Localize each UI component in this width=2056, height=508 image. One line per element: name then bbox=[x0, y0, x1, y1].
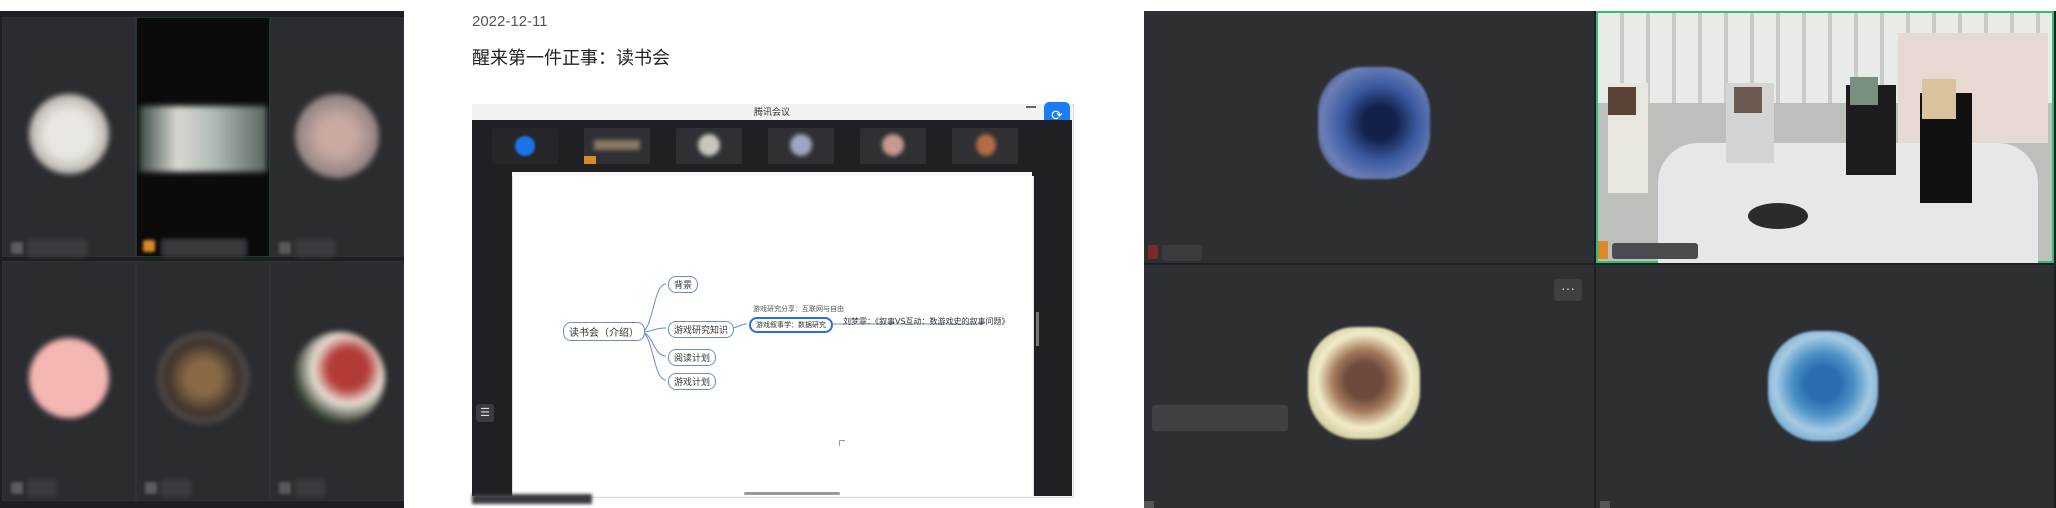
thumbnail-avatar bbox=[790, 134, 812, 156]
mindmap-leaf-text: 刘梦霏：《叙事VS互动：数游戏史的叙事问题》 bbox=[843, 317, 1010, 326]
participant-name-chip bbox=[1152, 405, 1288, 431]
mindmap-node[interactable]: 游戏计划 bbox=[668, 373, 717, 390]
mindmap-document: 读书会（介绍） 背景 游戏研究知识 阅读计划 游戏计划 游戏研究分享：互联网与自… bbox=[512, 176, 1034, 496]
participant-avatar bbox=[157, 332, 249, 424]
participant-name-chip bbox=[295, 239, 335, 257]
blurred-taskbar-text bbox=[472, 494, 592, 504]
person-head-pixelated bbox=[1850, 77, 1878, 105]
thumbnail-avatar bbox=[515, 136, 535, 156]
screen-share-left-margin: ☰ bbox=[472, 172, 512, 496]
minimize-icon[interactable] bbox=[1026, 106, 1036, 108]
meeting-window-titlebar: 腾讯会议 bbox=[472, 104, 1072, 121]
participant-name-chip bbox=[295, 479, 325, 497]
person-head-pixelated bbox=[1608, 87, 1636, 115]
thumbnail[interactable] bbox=[860, 128, 926, 164]
participant-name-chip bbox=[161, 239, 247, 257]
thumbnail[interactable] bbox=[492, 128, 558, 164]
speaking-badge-icon bbox=[143, 240, 155, 252]
participant-avatar bbox=[1318, 67, 1430, 179]
mic-icon bbox=[11, 482, 23, 494]
participant-tile[interactable] bbox=[1596, 265, 2054, 508]
post-title: 醒来第一件正事：读书会 bbox=[472, 48, 670, 69]
participant-avatar bbox=[29, 338, 109, 418]
speaking-badge-icon bbox=[1598, 241, 1608, 259]
active-speaker-tile[interactable] bbox=[1596, 11, 2054, 263]
thumbnail[interactable] bbox=[768, 128, 834, 164]
participant-avatar bbox=[29, 94, 109, 174]
mindmap-node[interactable]: 背景 bbox=[668, 276, 699, 293]
thumbnail-avatar bbox=[594, 140, 640, 150]
scrollbar[interactable] bbox=[1036, 312, 1039, 346]
right-meeting-screenshot: ··· bbox=[1144, 11, 2056, 508]
participant-tile[interactable] bbox=[1144, 11, 1594, 263]
mic-icon bbox=[11, 242, 23, 254]
mic-icon bbox=[1144, 501, 1154, 508]
mindmap-node[interactable]: 阅读计划 bbox=[668, 349, 717, 366]
participant-video-feed bbox=[139, 106, 267, 172]
horizontal-scroll-indicator[interactable] bbox=[744, 492, 840, 495]
screen-share-right-margin bbox=[1032, 172, 1072, 496]
participant-tile[interactable] bbox=[2, 17, 136, 257]
mindmap-node[interactable]: 游戏研究知识 bbox=[668, 321, 735, 338]
participant-tile[interactable] bbox=[270, 17, 404, 257]
mindmap-subnode-note: 游戏研究分享：互联网与自由 bbox=[753, 305, 844, 313]
mic-icon bbox=[279, 482, 291, 494]
participant-tile-video[interactable] bbox=[136, 17, 270, 257]
participant-avatar bbox=[1768, 331, 1878, 441]
participant-thumbnail-strip bbox=[472, 120, 1072, 172]
participant-tile[interactable] bbox=[270, 261, 404, 501]
participant-tile[interactable] bbox=[1144, 265, 1594, 508]
post-date: 2022-12-11 bbox=[472, 13, 548, 30]
participant-name-chip bbox=[1162, 245, 1202, 261]
participant-avatar bbox=[1308, 327, 1420, 439]
conference-speaker bbox=[1748, 203, 1808, 229]
participant-name-chip bbox=[27, 479, 57, 497]
person-head-pixelated bbox=[1734, 87, 1762, 113]
participant-avatar bbox=[293, 332, 385, 424]
left-meeting-screenshot bbox=[0, 11, 404, 508]
mindmap-root-node[interactable]: 读书会（介绍） bbox=[563, 322, 645, 341]
thumbnail[interactable] bbox=[584, 128, 650, 164]
person-head-pixelated bbox=[1922, 79, 1956, 119]
thumbnail[interactable] bbox=[676, 128, 742, 164]
thumbnail-avatar bbox=[882, 134, 904, 156]
participant-tile[interactable] bbox=[136, 261, 270, 501]
thumbnail[interactable] bbox=[952, 128, 1018, 164]
cursor-icon bbox=[839, 440, 845, 446]
mic-icon bbox=[145, 482, 157, 494]
participant-name-chip bbox=[1612, 243, 1698, 259]
participant-avatar bbox=[295, 94, 379, 178]
participant-name-chip bbox=[27, 239, 87, 257]
list-icon[interactable]: ☰ bbox=[476, 404, 494, 422]
thumbnail-avatar bbox=[698, 134, 720, 156]
participant-tile[interactable] bbox=[2, 261, 136, 501]
mindmap-selected-node[interactable]: 游戏叙事学：数据研究 bbox=[749, 317, 833, 333]
participant-name-chip bbox=[161, 479, 191, 497]
mic-muted-icon bbox=[1148, 245, 1158, 259]
mic-icon bbox=[1600, 501, 1610, 508]
mic-icon bbox=[279, 242, 291, 254]
thumbnail-avatar bbox=[976, 134, 996, 156]
more-options-button[interactable]: ··· bbox=[1554, 279, 1582, 301]
speaking-badge-icon bbox=[584, 156, 596, 164]
